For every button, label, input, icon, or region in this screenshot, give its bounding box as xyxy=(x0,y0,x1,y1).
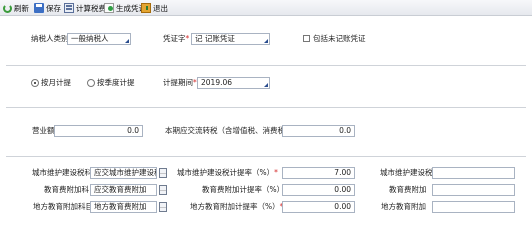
local-education-subject-label: 地方教育附加科目 xyxy=(33,202,93,211)
refresh-label: 刷新 xyxy=(14,3,29,13)
voucher-word-value: 记 记账凭证 xyxy=(195,34,235,43)
monthly-accrual-label: 按月计提 xyxy=(41,78,71,87)
education-surcharge-subject-browse-button[interactable]: … xyxy=(159,185,167,195)
voucher-word-label: 凭证字* xyxy=(163,34,190,43)
save-icon xyxy=(34,3,44,13)
education-surcharge-rate-input[interactable]: 0.00 xyxy=(282,184,355,196)
toolbar: 刷新 保存 计算税费 生成凭证 退出 xyxy=(0,0,532,16)
calc-tax-label: 计算税费 xyxy=(76,3,106,13)
vat-turnover-input[interactable]: 0.0 xyxy=(282,125,355,137)
refresh-icon xyxy=(3,3,12,13)
save-button[interactable]: 保存 xyxy=(34,2,61,14)
urban-tax-amount-label: 城市维护建设税 xyxy=(380,168,433,177)
generate-voucher-icon xyxy=(104,3,114,13)
urban-tax-rate-value: 7.00 xyxy=(334,168,351,177)
refresh-button[interactable]: 刷新 xyxy=(3,2,29,14)
local-education-rate-label: 地方教育附加计提率（%）* xyxy=(190,202,283,211)
quarterly-accrual-radio[interactable] xyxy=(87,79,95,87)
include-unposted-checkbox[interactable] xyxy=(303,35,310,42)
vat-turnover-value: 0.0 xyxy=(339,126,351,135)
education-surcharge-subject-label: 教育费附加科目 xyxy=(44,185,97,194)
local-education-amount-label: 地方教育附加 xyxy=(381,202,426,211)
section-divider-2 xyxy=(6,107,526,108)
local-education-subject-value: 地方教育费附加 xyxy=(94,202,147,211)
education-surcharge-subject-value: 应交教育费附加 xyxy=(94,185,147,194)
save-label: 保存 xyxy=(46,3,61,13)
taxpayer-type-value: 一般纳税人 xyxy=(71,34,109,43)
education-surcharge-amount-label: 教育费附加 xyxy=(389,185,427,194)
accrual-period-label: 计提期间* xyxy=(163,78,197,87)
exit-button[interactable]: 退出 xyxy=(141,2,168,14)
generate-voucher-button[interactable]: 生成凭证 xyxy=(104,2,146,14)
education-surcharge-rate-value: 0.00 xyxy=(334,185,351,194)
education-surcharge-rate-label: 教育费附加计提率（%）* xyxy=(202,185,288,194)
urban-tax-amount-input[interactable] xyxy=(432,167,515,179)
vat-turnover-label: 本期应交流转税（含增值税、消费税） xyxy=(165,126,293,135)
revenue-value: 0.0 xyxy=(127,126,139,135)
calc-tax-button[interactable]: 计算税费 xyxy=(64,2,106,14)
quarterly-accrual-label: 按季度计提 xyxy=(97,78,135,87)
local-education-rate-value: 0.00 xyxy=(334,202,351,211)
local-education-subject-input[interactable]: 地方教育费附加 xyxy=(90,201,157,213)
education-surcharge-subject-input[interactable]: 应交教育费附加 xyxy=(90,184,157,196)
accrual-period-select[interactable]: 2019.06 xyxy=(197,77,270,89)
section-divider-1 xyxy=(6,65,526,66)
revenue-input[interactable]: 0.0 xyxy=(54,125,143,137)
monthly-accrual-radio[interactable] xyxy=(31,79,39,87)
local-education-subject-browse-button[interactable]: … xyxy=(159,202,167,212)
urban-tax-subject-value: 应交城市维护建设税 xyxy=(94,168,157,177)
urban-tax-subject-browse-button[interactable]: … xyxy=(159,168,167,178)
accrual-period-value: 2019.06 xyxy=(201,78,233,87)
exit-icon xyxy=(141,3,151,13)
exit-label: 退出 xyxy=(153,3,168,13)
education-surcharge-amount-input[interactable] xyxy=(432,184,515,196)
calculator-icon xyxy=(64,3,74,13)
urban-tax-subject-input[interactable]: 应交城市维护建设税 xyxy=(90,167,157,179)
section-divider-3 xyxy=(6,156,526,157)
local-education-rate-input[interactable]: 0.00 xyxy=(282,201,355,213)
revenue-label: 营业额 xyxy=(32,126,55,135)
urban-tax-rate-label: 城市维护建设税计提率（%）* xyxy=(177,168,278,177)
voucher-word-select[interactable]: 记 记账凭证 xyxy=(191,33,270,45)
local-education-amount-input[interactable] xyxy=(432,201,515,213)
urban-tax-rate-input[interactable]: 7.00 xyxy=(282,167,355,179)
include-unposted-label: 包括未记账凭证 xyxy=(313,34,366,43)
taxpayer-type-select[interactable]: 一般纳税人 xyxy=(67,33,131,45)
